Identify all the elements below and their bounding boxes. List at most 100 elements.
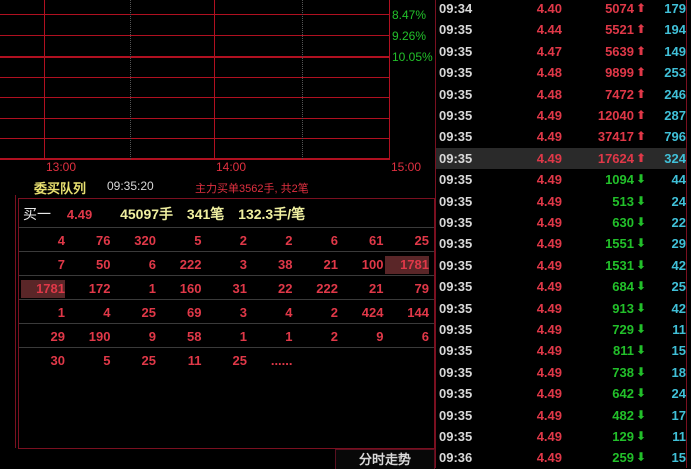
queue-order-cell[interactable]: 50 xyxy=(67,256,110,274)
tick-row[interactable]: 09:35 4.49 913 42 ⬇ xyxy=(436,298,686,319)
tick-row[interactable]: 09:35 4.49 37417 796 ⬆ xyxy=(436,126,686,147)
tick-count: 324 xyxy=(664,150,686,166)
queue-order-cell[interactable]: 9 xyxy=(340,328,383,346)
queue-order-cell[interactable]: 21 xyxy=(340,280,383,298)
tick-row[interactable]: 09:35 4.49 1094 44 ⬇ xyxy=(436,169,686,190)
queue-order-cell[interactable]: 25 xyxy=(203,352,247,370)
tick-volume: 5521 xyxy=(605,22,634,38)
queue-order-cell[interactable]: 22 xyxy=(249,280,292,298)
tick-row[interactable]: 09:35 4.48 7472 246 ⬆ xyxy=(436,84,686,105)
queue-order-cell[interactable]: 25 xyxy=(385,232,429,250)
tick-row[interactable]: 09:35 4.49 729 11 ⬇ xyxy=(436,319,686,340)
queue-order-cell[interactable]: 3 xyxy=(203,256,247,274)
queue-order-cell[interactable]: 31 xyxy=(203,280,247,298)
queue-order-cell[interactable]: 320 xyxy=(112,232,156,250)
arrow-down-icon: ⬇ xyxy=(636,322,647,336)
tick-row[interactable]: 09:35 4.49 684 25 ⬇ xyxy=(436,276,686,297)
arrow-down-icon: ⬇ xyxy=(636,215,647,229)
tick-volume: 513 xyxy=(612,193,634,209)
tick-price: 4.44 xyxy=(536,22,562,38)
tick-price: 4.47 xyxy=(536,43,562,59)
arrow-up-icon: ⬆ xyxy=(636,108,647,122)
tick-volume: 1531 xyxy=(605,257,634,273)
queue-order-cell[interactable]: 25 xyxy=(112,352,156,370)
queue-order-cell[interactable]: 424 xyxy=(340,304,384,322)
queue-order-cell[interactable]: 1781 xyxy=(21,280,65,298)
tick-row[interactable]: 09:34 4.40 5074 179 ⬆ xyxy=(436,0,686,19)
queue-order-cell[interactable]: 100 xyxy=(340,256,384,274)
queue-order-cell[interactable]: 5 xyxy=(158,232,201,250)
queue-order-cell[interactable]: 1781 xyxy=(385,256,429,274)
tick-volume: 630 xyxy=(612,215,634,230)
queue-order-cell[interactable]: 172 xyxy=(67,280,111,298)
queue-order-cell[interactable]: 11 xyxy=(158,352,202,370)
queue-order-cell[interactable]: 1 xyxy=(249,328,292,346)
tick-row[interactable]: 09:35 4.44 5521 194 ⬆ xyxy=(436,19,686,40)
queue-order-cell[interactable]: 3 xyxy=(203,304,247,322)
tick-row[interactable]: 09:35 4.49 1531 42 ⬇ xyxy=(436,255,686,276)
tick-time: 09:35 xyxy=(439,364,473,380)
tick-row[interactable]: 09:35 4.49 811 15 ⬇ xyxy=(436,340,686,361)
tick-row[interactable]: 09:35 4.49 17624 324 ⬆ xyxy=(436,147,686,169)
tick-row[interactable]: 09:35 4.49 482 17 ⬇ xyxy=(436,405,686,426)
queue-order-cell[interactable]: 190 xyxy=(67,328,111,346)
queue-order-cell[interactable]: 61 xyxy=(340,232,383,250)
arrow-up-icon: ⬆ xyxy=(636,150,647,165)
queue-order-cell[interactable]: 30 xyxy=(21,352,65,370)
queue-order-cell[interactable]: 1 xyxy=(112,280,156,298)
tick-time: 09:35 xyxy=(439,108,473,123)
tick-row[interactable]: 09:35 4.49 513 24 ⬇ xyxy=(436,191,686,212)
tick-row[interactable]: 09:36 4.49 259 15 ⬇ xyxy=(436,447,686,468)
queue-order-cell[interactable]: 2 xyxy=(294,304,338,322)
queue-order-cell[interactable]: 69 xyxy=(158,304,201,322)
tick-row[interactable]: 09:35 4.49 738 18 ⬇ xyxy=(436,362,686,383)
tick-volume: 259 xyxy=(612,450,634,466)
queue-order-cell[interactable]: 76 xyxy=(67,232,110,250)
queue-order-cell[interactable]: 1 xyxy=(203,328,247,346)
queue-order-cell[interactable]: 7 xyxy=(21,256,65,274)
queue-order-cell[interactable]: 21 xyxy=(294,256,338,274)
tick-row[interactable]: 09:35 4.49 129 11 ⬇ xyxy=(436,426,686,447)
queue-order-cell[interactable]: 160 xyxy=(158,280,202,298)
queue-order-cell[interactable]: 2 xyxy=(249,232,292,250)
arrow-down-icon: ⬇ xyxy=(636,257,647,272)
tick-time: 09:35 xyxy=(439,215,473,230)
queue-order-cell[interactable]: 4 xyxy=(67,304,110,322)
queue-order-cell[interactable]: 5 xyxy=(67,352,110,370)
queue-order-cell[interactable]: 6 xyxy=(112,256,156,274)
queue-order-cell[interactable]: 222 xyxy=(294,280,338,298)
tab-intraday-trend[interactable]: 分时走势 xyxy=(335,449,435,469)
tick-row[interactable]: 09:35 4.49 1551 29 ⬇ xyxy=(436,233,686,254)
queue-order-cell[interactable]: 38 xyxy=(249,256,292,274)
queue-order-cell[interactable]: 25 xyxy=(112,304,156,322)
tick-price: 4.49 xyxy=(536,172,562,188)
queue-order-cell[interactable]: 2 xyxy=(294,328,338,346)
queue-order-cell[interactable]: ...... xyxy=(249,352,293,370)
queue-order-cell[interactable]: 144 xyxy=(385,304,429,322)
tick-time: 09:34 xyxy=(439,1,473,16)
queue-order-cell[interactable]: 4 xyxy=(21,232,65,250)
queue-order-cell[interactable]: 29 xyxy=(21,328,65,346)
queue-order-cell[interactable]: 4 xyxy=(249,304,292,322)
queue-order-cell[interactable]: 222 xyxy=(158,256,202,274)
tick-row[interactable]: 09:35 4.49 12040 287 ⬆ xyxy=(436,105,686,126)
tick-row[interactable]: 09:35 4.47 5639 149 ⬆ xyxy=(436,41,686,62)
queue-order-cell[interactable]: 1 xyxy=(21,304,65,322)
queue-time: 09:35:20 xyxy=(107,179,154,193)
queue-order-cell[interactable]: 2 xyxy=(203,232,247,250)
tick-row[interactable]: 09:35 4.48 9899 253 ⬆ xyxy=(436,62,686,83)
queue-order-cell[interactable]: 6 xyxy=(385,328,429,346)
tick-row[interactable]: 09:35 4.49 642 24 ⬇ xyxy=(436,383,686,404)
tick-row[interactable]: 09:35 4.49 630 22 ⬇ xyxy=(436,212,686,233)
tick-count: 42 xyxy=(671,257,686,273)
tick-price: 4.49 xyxy=(536,150,562,166)
arrow-down-icon: ⬇ xyxy=(636,236,647,251)
queue-order-cell[interactable]: 9 xyxy=(112,328,156,346)
tick-price: 4.49 xyxy=(536,450,562,466)
queue-order-cell[interactable]: 79 xyxy=(385,280,429,298)
pct-label: 9.26% xyxy=(392,29,427,43)
tick-count: 24 xyxy=(671,193,686,209)
tick-time: 09:35 xyxy=(439,150,473,166)
queue-order-cell[interactable]: 58 xyxy=(158,328,201,346)
queue-order-cell[interactable]: 6 xyxy=(294,232,338,250)
